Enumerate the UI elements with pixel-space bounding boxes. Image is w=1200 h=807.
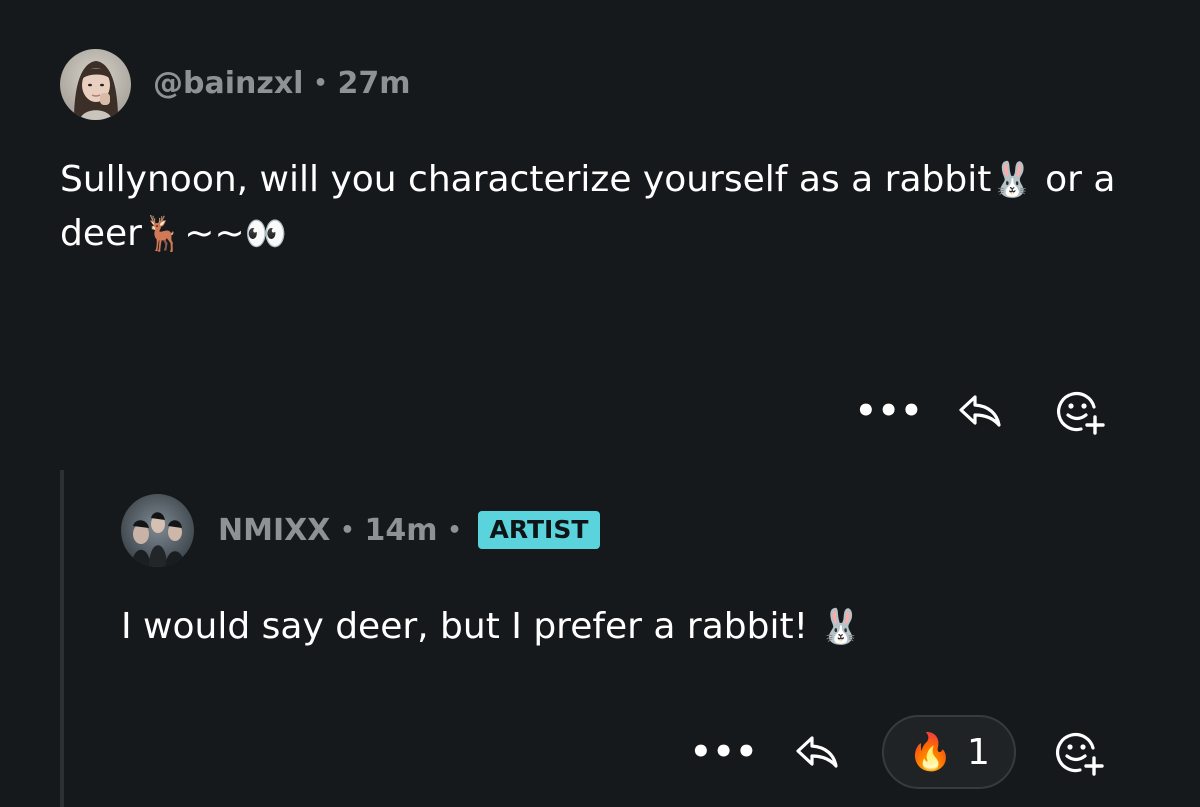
- comment-text-part: deer: [60, 213, 142, 254]
- avatar[interactable]: [121, 494, 194, 567]
- thread-connector-line: [60, 470, 64, 807]
- reply-button[interactable]: [790, 726, 842, 778]
- rabbit-emoji: 🐰: [991, 160, 1034, 200]
- separator-dot: •: [313, 71, 328, 96]
- fire-emoji: 🔥: [908, 732, 953, 773]
- comment-actions: •••: [855, 385, 1105, 437]
- username[interactable]: @bainzxl: [153, 66, 303, 101]
- reply-text: I would say deer, but I prefer a rabbit!: [121, 606, 809, 647]
- eyes-emoji: 👀: [244, 214, 287, 254]
- separator-dot: •: [340, 517, 355, 543]
- artist-badge: ARTIST: [477, 511, 601, 549]
- more-horizontal-icon: •••: [690, 732, 759, 772]
- add-reaction-smiley-icon: [1056, 732, 1104, 776]
- comment-thread: @bainzxl • 27m Sullynoon, will you chara…: [0, 0, 1200, 807]
- rabbit-emoji: 🐰: [819, 607, 862, 647]
- reply-actions: ••• 🔥 1: [690, 715, 1104, 789]
- comment-text-part: ~~: [184, 213, 245, 254]
- avatar[interactable]: [60, 49, 131, 120]
- timestamp: 27m: [337, 66, 411, 101]
- reaction-count: 1: [966, 731, 990, 773]
- comment-text-part: Sullynoon, will you characterize yoursel…: [60, 159, 992, 200]
- comment-text-part: or a: [1045, 159, 1116, 200]
- add-reaction-button[interactable]: [1052, 726, 1104, 778]
- more-options-button[interactable]: •••: [855, 394, 922, 428]
- more-options-button[interactable]: •••: [690, 735, 757, 769]
- reply-arrow-icon: [959, 395, 1001, 427]
- reaction-fire-pill[interactable]: 🔥 1: [882, 715, 1016, 789]
- timestamp: 14m: [364, 512, 438, 548]
- reply-arrow-icon: [796, 736, 838, 768]
- reply-body: I would say deer, but I prefer a rabbit!…: [121, 600, 1121, 654]
- username[interactable]: NMIXX: [218, 513, 330, 548]
- reply-button[interactable]: [953, 385, 1005, 437]
- comment-meta: @bainzxl • 27m: [153, 66, 411, 101]
- more-horizontal-icon: •••: [855, 391, 924, 431]
- comment-body: Sullynoon, will you characterize yoursel…: [60, 153, 1160, 261]
- add-reaction-button[interactable]: [1053, 385, 1105, 437]
- separator-dot: •: [447, 517, 462, 543]
- reply-meta: NMIXX • 14m • ARTIST: [218, 511, 601, 549]
- deer-emoji: 🦌: [141, 214, 185, 254]
- add-reaction-smiley-icon: [1057, 391, 1105, 435]
